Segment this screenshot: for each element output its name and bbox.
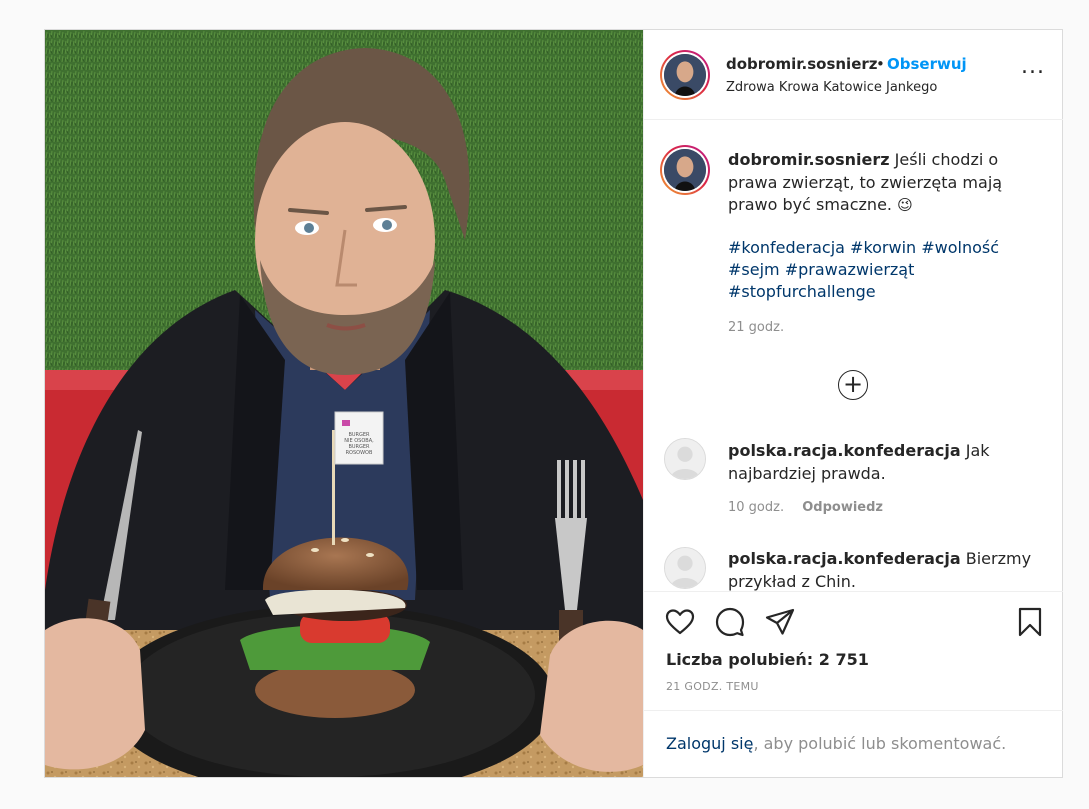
share-icon [765,608,795,635]
flag-label: BURGER NIE OSOBA, BURGER ROSOWOB [337,432,381,456]
flag-line: BURGER ROSOWOB [345,444,373,456]
load-more-comments-button[interactable]: + [838,370,868,400]
comment-icon [715,607,745,637]
comment-time[interactable]: 10 godz. [728,500,784,515]
post-photo[interactable]: BURGER NIE OSOBA, BURGER ROSOWOB [45,30,643,777]
post-photo-illustration [45,30,643,777]
share-button[interactable] [764,606,796,638]
commenter-avatar[interactable] [664,547,706,589]
hashtag-link[interactable]: #konfederacja [728,238,845,257]
comment-text: polska.racja.konfederacja Bierzmy przykł… [728,548,1048,591]
post-actions: Liczba polubień: 2 751 21 GODZ. TEMU [644,591,1063,711]
caption-author-avatar[interactable] [660,145,710,195]
post-timestamp[interactable]: 21 GODZ. TEMU [666,680,759,693]
separator-dot: • [876,55,885,73]
save-button[interactable] [1014,606,1046,638]
post-side-panel: dobromir.sosnierz • Obserwuj Zdrowa Krow… [643,30,1063,777]
more-icon: ... [1021,54,1045,79]
login-prompt-text: Zaloguj się, aby polubić lub skomentować… [666,734,1006,753]
comment-username[interactable]: polska.racja.konfederacja [728,441,961,460]
comment-button[interactable] [714,606,746,638]
more-options-button[interactable]: ... [1020,56,1046,86]
plus-circle-icon: + [842,370,864,398]
caption-time[interactable]: 21 godz. [728,320,784,335]
wink-emoji: 😉 [897,196,913,214]
login-prompt: Zaloguj się, aby polubić lub skomentować… [644,710,1063,777]
comment-text: polska.racja.konfederacja Jak najbardzie… [728,440,1048,485]
post-header: dobromir.sosnierz • Obserwuj Zdrowa Krow… [644,30,1063,120]
comment-username[interactable]: polska.racja.konfederacja [728,549,961,568]
login-link[interactable]: Zaloguj się [666,734,753,753]
follow-button[interactable]: Obserwuj [887,55,967,73]
avatar-photo [664,54,706,96]
hashtag-link[interactable]: #wolność [921,238,999,257]
instagram-post: BURGER NIE OSOBA, BURGER ROSOWOB dobromi… [44,29,1063,778]
comment-meta: 10 godz. Odpowiedz [728,500,883,515]
hashtag-link[interactable]: #sejm [728,260,780,279]
hashtags: #konfederacja #korwin #wolność #sejm #pr… [728,237,1048,303]
author-avatar[interactable] [660,50,710,100]
default-avatar-icon [665,439,705,479]
hashtag-link[interactable]: #stopfurchallenge [728,282,876,301]
avatar-photo [664,149,706,191]
caption-username[interactable]: dobromir.sosnierz [728,150,890,169]
hashtag-link[interactable]: #prawazwierząt [785,260,915,279]
like-count[interactable]: Liczba polubień: 2 751 [666,650,869,669]
heart-icon [665,609,695,635]
hashtag-link[interactable]: #korwin [850,238,916,257]
comments-section[interactable]: dobromir.sosnierz Jeśli chodzi o prawa z… [644,121,1063,591]
post-caption: dobromir.sosnierz Jeśli chodzi o prawa z… [728,149,1048,217]
post-location[interactable]: Zdrowa Krowa Katowice Jankego [726,80,937,95]
bookmark-icon [1018,607,1042,637]
commenter-avatar[interactable] [664,438,706,480]
author-username[interactable]: dobromir.sosnierz [726,55,878,73]
like-button[interactable] [664,606,696,638]
default-avatar-icon [665,548,705,588]
login-prompt-rest: , aby polubić lub skomentować. [753,734,1007,753]
reply-button[interactable]: Odpowiedz [802,500,883,515]
